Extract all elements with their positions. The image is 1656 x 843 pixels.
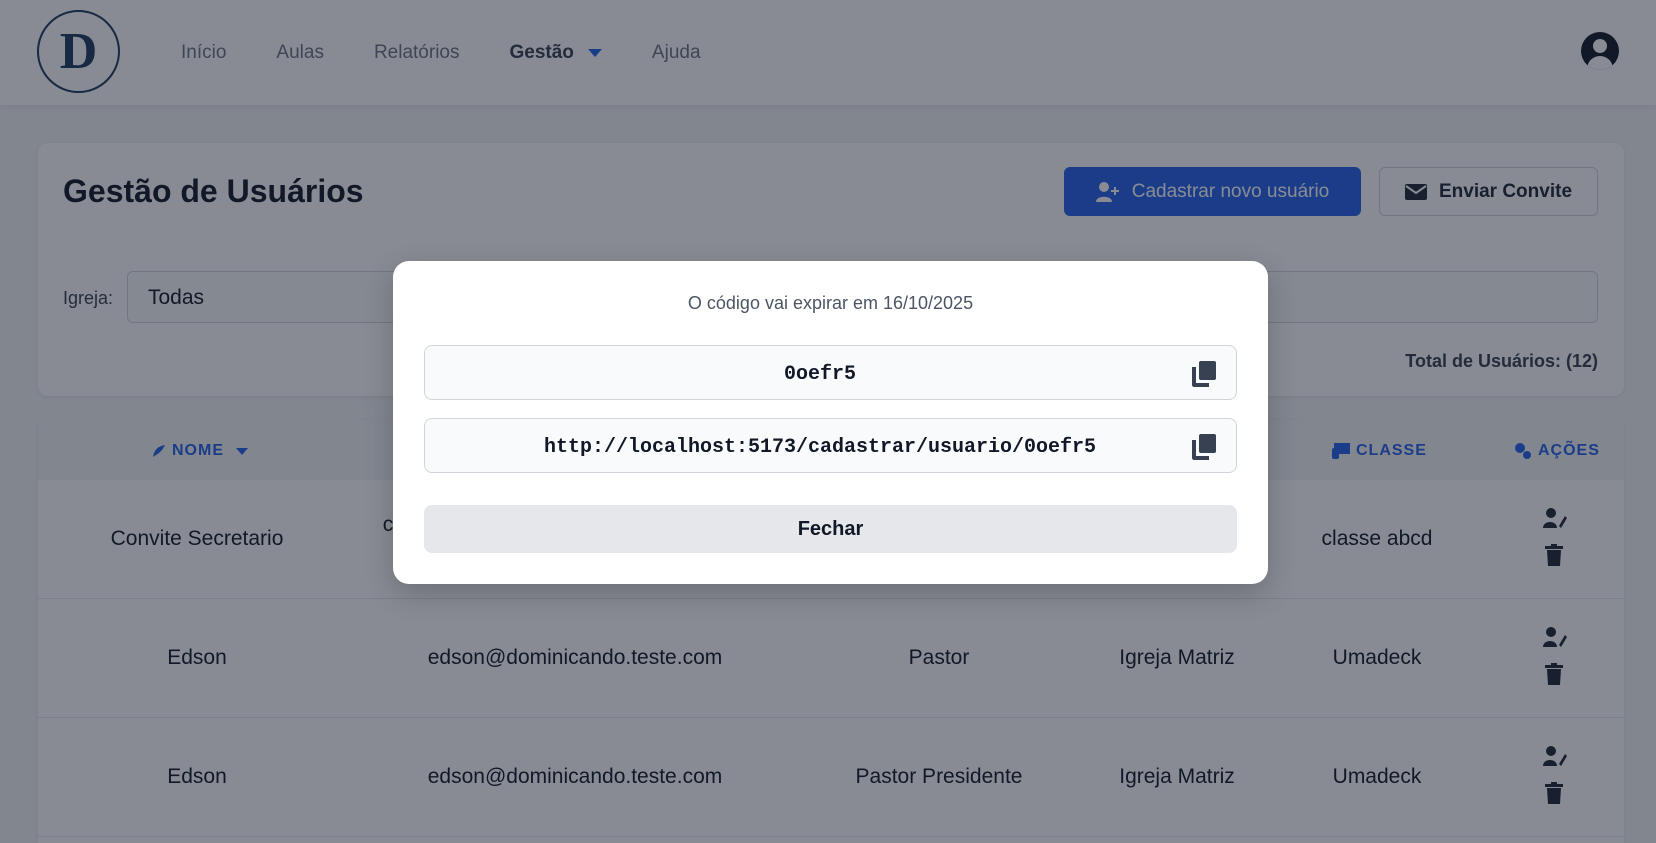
expiration-text: O código vai expirar em 16/10/2025 — [687, 293, 974, 313]
copy-code-icon[interactable] — [1192, 361, 1216, 387]
close-button[interactable]: Fechar — [424, 505, 1237, 553]
invite-link-box: http://localhost:5173/cadastrar/usuario/… — [424, 418, 1237, 473]
invite-code-modal: O código vai expirar em 16/10/2025 0oefr… — [393, 261, 1268, 584]
invite-link: http://localhost:5173/cadastrar/usuario/… — [543, 436, 1097, 459]
invite-code-box: 0oefr5 — [424, 345, 1237, 400]
copy-link-icon[interactable] — [1192, 434, 1216, 460]
invite-code: 0oefr5 — [783, 363, 856, 386]
